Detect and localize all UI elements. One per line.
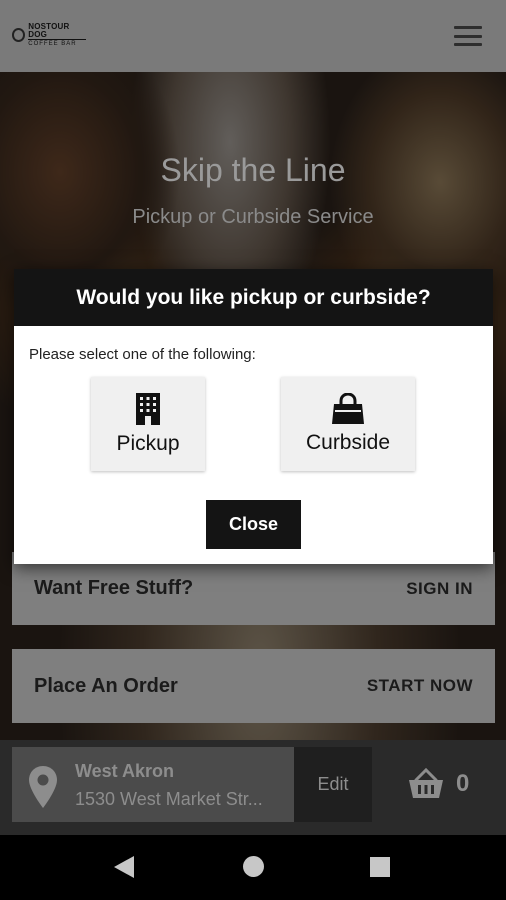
home-circle-icon[interactable] [243, 856, 264, 877]
hero-subtitle: Pickup or Curbside Service [132, 206, 374, 228]
location-bar: West Akron 1530 West Market Str... Edit … [0, 740, 506, 835]
cart-count: 0 [456, 770, 470, 797]
logo-badge-icon [12, 28, 26, 42]
shopping-basket-icon[interactable] [408, 768, 444, 800]
place-order-title: Place An Order [34, 674, 178, 697]
edit-location-button[interactable]: Edit [294, 747, 372, 822]
pickup-label: Pickup [116, 432, 180, 455]
store-address: 1530 West Market Str... [75, 789, 263, 809]
hamburger-menu-icon[interactable] [454, 24, 482, 48]
curbside-label: Curbside [305, 431, 391, 454]
store-location[interactable]: West Akron 1530 West Market Str... [12, 747, 294, 822]
shopping-bag-icon [332, 393, 364, 424]
recents-square-icon[interactable] [370, 857, 390, 877]
place-order-card[interactable]: Place An Order START NOW [12, 649, 495, 723]
brand-logo[interactable]: NOSTOUR DOG COFFEE BAR [12, 21, 86, 47]
pickup-curbside-dialog: Would you like pickup or curbside? Pleas… [14, 269, 493, 564]
system-nav-bar [0, 835, 506, 900]
curbside-option-button[interactable]: Curbside [281, 377, 415, 471]
close-button[interactable]: Close [206, 500, 301, 549]
sign-in-link[interactable]: SIGN IN [406, 579, 473, 599]
free-stuff-title: Want Free Stuff? [34, 577, 194, 599]
pickup-option-button[interactable]: Pickup [91, 377, 205, 471]
store-name: West Akron [75, 761, 175, 781]
location-pin-icon [29, 766, 57, 808]
logo-text-line1: NOSTOUR DOG [28, 21, 70, 39]
dialog-prompt: Please select one of the following: [29, 346, 256, 363]
app-bar: NOSTOUR DOG COFFEE BAR [0, 0, 506, 72]
logo-text-line2: COFFEE BAR [28, 38, 86, 48]
building-icon [136, 393, 160, 425]
dialog-header: Would you like pickup or curbside? [14, 269, 493, 326]
start-now-link[interactable]: START NOW [367, 676, 473, 696]
dialog-title: Would you like pickup or curbside? [76, 285, 431, 309]
back-triangle-icon[interactable] [114, 856, 134, 878]
hero-title: Skip the Line [160, 152, 346, 188]
